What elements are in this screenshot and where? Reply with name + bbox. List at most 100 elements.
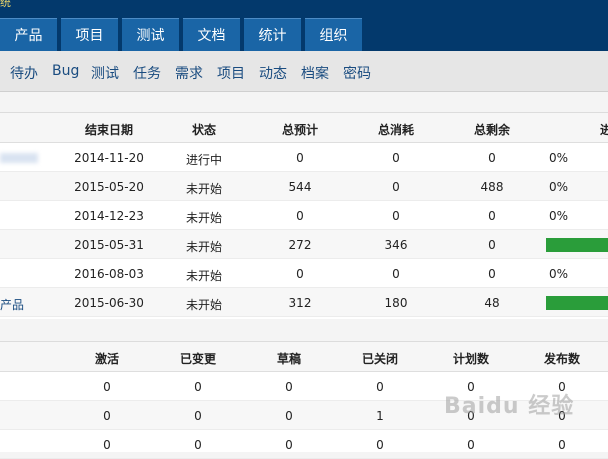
col-left[interactable]: 总剩余 [474, 121, 510, 138]
progress-bar [546, 296, 608, 310]
table-header: 结束日期 状态 总预计 总消耗 总剩余 进 [0, 113, 608, 143]
cell-status: 未开始 [185, 211, 223, 225]
cell-closed: 1 [376, 409, 384, 423]
cell-active: 0 [103, 438, 111, 452]
cell-consumed: 0 [392, 180, 400, 194]
cell-consumed: 180 [384, 296, 408, 310]
cell-end: 2016-08-03 [74, 267, 144, 281]
subnav-story[interactable]: 需求 [175, 63, 203, 83]
col-progress[interactable]: 进 [600, 121, 608, 138]
col-estimate[interactable]: 总预计 [282, 121, 318, 138]
cell-estimate: 0 [296, 151, 304, 165]
cell-consumed: 0 [392, 151, 400, 165]
cell-draft: 0 [285, 438, 293, 452]
cell-left: 0 [488, 267, 496, 281]
cell-estimate: 272 [288, 238, 312, 252]
table-row: 2016-08-03 未开始 0 0 0 0% [0, 259, 608, 288]
cell-status: 未开始 [185, 269, 223, 283]
spacer [0, 92, 608, 112]
cell-end: 2015-05-20 [74, 180, 144, 194]
cell-status: 未开始 [185, 182, 223, 196]
col-draft[interactable]: 草稿 [277, 350, 301, 367]
cell-progress: 0% [549, 180, 569, 194]
table-row: 0 0 0 1 0 0 [0, 401, 608, 430]
col-releases[interactable]: 发布数 [544, 350, 580, 367]
cell-progress: 0% [549, 151, 569, 165]
cell-plans: 0 [467, 409, 475, 423]
subnav-task[interactable]: 任务 [133, 63, 161, 83]
subnav-profile[interactable]: 档案 [301, 63, 329, 83]
brand-title: 统 [0, 0, 11, 9]
cell-estimate: 0 [296, 209, 304, 223]
cell-end: 2014-12-23 [74, 209, 144, 223]
tab-product[interactable]: 产品 [0, 18, 57, 51]
subnav-test[interactable]: 测试 [91, 63, 119, 83]
tab-doc[interactable]: 文档 [183, 18, 240, 51]
cell-estimate: 0 [296, 267, 304, 281]
project-name-link[interactable]: 产品 [0, 296, 24, 313]
cell-consumed: 0 [392, 209, 400, 223]
cell-left: 48 [484, 296, 500, 310]
cell-end: 2015-06-30 [74, 296, 144, 310]
tab-project[interactable]: 项目 [61, 18, 118, 51]
table-row: 2014-11-20 进行中 0 0 0 0% [0, 143, 608, 172]
col-status[interactable]: 状态 [192, 121, 216, 138]
subnav-dynamic[interactable]: 动态 [259, 63, 287, 83]
cell-releases: 0 [558, 380, 566, 394]
cell-end: 2015-05-31 [74, 238, 144, 252]
cell-draft: 0 [285, 380, 293, 394]
cell-changed: 0 [194, 380, 202, 394]
col-changed[interactable]: 已变更 [180, 350, 216, 367]
project-stats-table: 结束日期 状态 总预计 总消耗 总剩余 进 2014-11-20 进行中 0 0… [0, 112, 608, 321]
cell-progress: 0% [549, 209, 569, 223]
col-closed[interactable]: 已关闭 [362, 350, 398, 367]
col-consumed[interactable]: 总消耗 [378, 121, 414, 138]
cell-consumed: 346 [384, 238, 408, 252]
cell-releases: 0 [558, 438, 566, 452]
cell-draft: 0 [285, 409, 293, 423]
subnav-project[interactable]: 项目 [217, 63, 245, 83]
cell-status: 未开始 [185, 298, 223, 312]
product-stats-table: 激活 已变更 草稿 已关闭 计划数 发布数 0 0 0 0 0 0 0 0 0 … [0, 341, 608, 459]
redacted-name [0, 153, 38, 163]
cell-estimate: 544 [288, 180, 312, 194]
cell-releases: 0 [558, 409, 566, 423]
cell-left: 0 [488, 238, 496, 252]
cell-closed: 0 [376, 438, 384, 452]
subnav-todo[interactable]: 待办 [10, 63, 38, 83]
sub-nav: 待办 Bug 测试 任务 需求 项目 动态 档案 密码 [0, 51, 608, 92]
table-row: 2015-05-20 未开始 544 0 488 0% [0, 172, 608, 201]
cell-left: 488 [480, 180, 504, 194]
cell-estimate: 312 [288, 296, 312, 310]
cell-closed: 0 [376, 380, 384, 394]
cell-active: 0 [103, 380, 111, 394]
cell-left: 0 [488, 209, 496, 223]
cell-status: 未开始 [185, 240, 223, 254]
col-end-date[interactable]: 结束日期 [85, 121, 133, 138]
cell-consumed: 0 [392, 267, 400, 281]
tab-test[interactable]: 测试 [122, 18, 179, 51]
col-plans[interactable]: 计划数 [453, 350, 489, 367]
table-row: 2014-12-23 未开始 0 0 0 0% [0, 201, 608, 230]
cell-changed: 0 [194, 438, 202, 452]
tab-stats[interactable]: 统计 [244, 18, 301, 51]
subnav-password[interactable]: 密码 [343, 63, 371, 83]
spacer [0, 319, 608, 341]
tab-org[interactable]: 组织 [305, 18, 362, 51]
cell-plans: 0 [467, 380, 475, 394]
table-header: 激活 已变更 草稿 已关闭 计划数 发布数 [0, 342, 608, 372]
subnav-bug[interactable]: Bug [52, 63, 79, 79]
cell-active: 0 [103, 409, 111, 423]
cell-progress: 0% [549, 267, 569, 281]
col-active[interactable]: 激活 [95, 350, 119, 367]
cell-status: 进行中 [185, 153, 223, 167]
cell-plans: 0 [467, 438, 475, 452]
cell-changed: 0 [194, 409, 202, 423]
cell-end: 2014-11-20 [74, 151, 144, 165]
table-row: 产品 2015-06-30 未开始 312 180 48 [0, 288, 608, 317]
top-bar: 统 产品 项目 测试 文档 统计 组织 [0, 0, 608, 51]
table-row: 0 0 0 0 0 0 [0, 372, 608, 401]
cell-left: 0 [488, 151, 496, 165]
table-row: 2015-05-31 未开始 272 346 0 [0, 230, 608, 259]
progress-bar [546, 238, 608, 252]
